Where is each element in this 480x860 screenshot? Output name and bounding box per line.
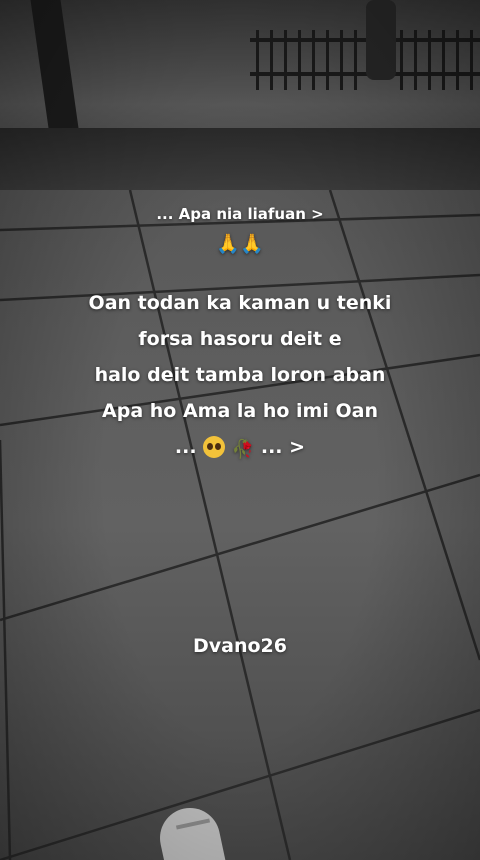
caption-line-3: halo deit tamba loron aban [94, 364, 386, 386]
caption-line-5: ... 🥀 ... > [0, 429, 480, 465]
caption-ellipsis-start: ... [174, 436, 197, 458]
photo-scene: ... Apa nia liafuan > 🙏🙏 Oan todan ka ka… [0, 0, 480, 860]
caption-line-4: Apa ho Ama la ho imi Oan [102, 400, 378, 422]
wilted-rose-icon: 🥀 [231, 439, 255, 460]
signature: Dvano26 [193, 635, 287, 657]
caption-ellipsis-end: ... > [260, 436, 306, 458]
praying-hands-emoji: 🙏🙏 [216, 233, 264, 255]
caption-poem: Oan todan ka kaman u tenki forsa hasoru … [0, 285, 480, 465]
caption-line-2: forsa hasoru deit e [138, 328, 342, 350]
caption-header: ... Apa nia liafuan > [156, 205, 324, 223]
pleading-face-icon [203, 436, 226, 458]
caption-line-1: Oan todan ka kaman u tenki [88, 292, 392, 314]
